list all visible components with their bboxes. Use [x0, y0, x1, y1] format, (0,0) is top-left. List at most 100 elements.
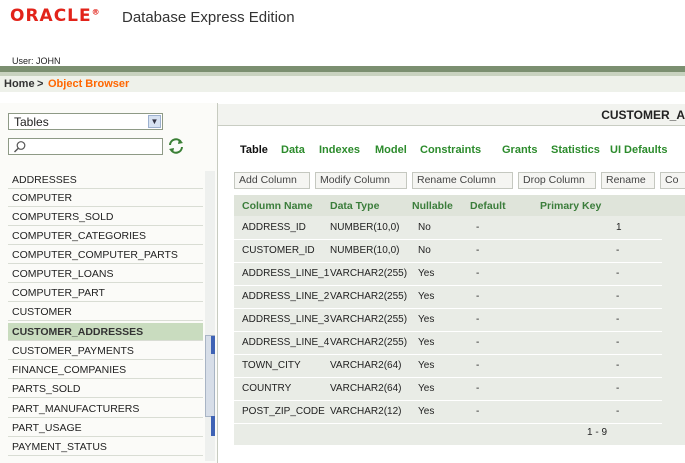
table-list-item[interactable]: ADDRESSES — [8, 171, 203, 189]
table-cell: - — [476, 268, 480, 279]
table-cell: - — [616, 268, 620, 279]
table-cell: Yes — [418, 360, 435, 371]
table-cell: - — [616, 314, 620, 325]
splitter-handle[interactable] — [211, 336, 215, 354]
table-cell: No — [418, 245, 431, 256]
brand-name: ORACLE — [10, 6, 92, 26]
table-cell: - — [616, 291, 620, 302]
breadcrumb-current[interactable]: Object Browser — [48, 78, 129, 90]
table-row: ADDRESS_ID NUMBER(10,0) No - 1 — [234, 216, 662, 240]
breadcrumb-home[interactable]: Home — [4, 78, 35, 90]
table-cell: - — [616, 360, 620, 371]
table-cell: - — [616, 383, 620, 394]
co-button[interactable]: Co — [660, 172, 685, 189]
search-icon — [14, 141, 26, 153]
refresh-icon[interactable] — [167, 137, 185, 155]
breadcrumb: Home > Object Browser — [0, 76, 685, 92]
object-type-select[interactable]: Tables ▼ — [8, 113, 163, 130]
table-row: ADDRESS_LINE_1 VARCHAR2(255) Yes - - — [234, 262, 662, 286]
table-list-item[interactable]: COMPUTER_CATEGORIES — [8, 227, 203, 245]
breadcrumb-separator: > — [37, 78, 44, 90]
table-list-item[interactable]: PART_USAGE — [8, 419, 203, 437]
table-list-item[interactable]: CUSTOMER_ADDRESSES — [8, 323, 203, 341]
table-list-item[interactable]: COMPUTER_PART — [8, 284, 203, 302]
rename-button[interactable]: Rename — [601, 172, 655, 189]
table-cell: - — [476, 291, 480, 302]
table-cell: Yes — [418, 337, 435, 348]
table-cell: - — [476, 245, 480, 256]
table-cell: - — [476, 406, 480, 417]
column-header[interactable]: Data Type — [330, 200, 379, 212]
table-cell: ADDRESS_LINE_1 — [242, 268, 330, 279]
table-cell: NUMBER(10,0) — [330, 245, 400, 256]
table-cell: - — [616, 337, 620, 348]
table-cell: ADDRESS_LINE_2 — [242, 291, 330, 302]
table-cell: NUMBER(10,0) — [330, 222, 400, 233]
tab-statistics[interactable]: Statistics — [551, 144, 600, 156]
table-row: TOWN_CITY VARCHAR2(64) Yes - - — [234, 354, 662, 378]
table-cell: Yes — [418, 406, 435, 417]
tab-indexes[interactable]: Indexes — [319, 144, 360, 156]
column-header[interactable]: Column Name — [242, 200, 313, 212]
table-cell: Yes — [418, 383, 435, 394]
drop-column-button[interactable]: Drop Column — [518, 172, 596, 189]
product-name: Database Express Edition — [122, 9, 295, 26]
table-row: CUSTOMER_ID NUMBER(10,0) No - - — [234, 239, 662, 263]
table-cell: - — [616, 406, 620, 417]
modify-column-button[interactable]: Modify Column — [315, 172, 407, 189]
chevron-down-icon[interactable]: ▼ — [148, 115, 161, 128]
pagination-label: 1 - 9 — [587, 427, 608, 438]
table-row: ADDRESS_LINE_2 VARCHAR2(255) Yes - - — [234, 285, 662, 309]
table-cell: VARCHAR2(255) — [330, 337, 408, 348]
tab-ui-defaults[interactable]: UI Defaults — [610, 144, 667, 156]
table-cell: ADDRESS_LINE_4 — [242, 337, 330, 348]
table-cell: 1 — [616, 222, 622, 233]
table-list-item[interactable]: PAYMENT_STATUS — [8, 438, 203, 456]
table-cell: VARCHAR2(255) — [330, 291, 408, 302]
table-cell: VARCHAR2(255) — [330, 268, 408, 279]
tab-grants[interactable]: Grants — [502, 144, 537, 156]
table-cell: - — [476, 314, 480, 325]
table-row: POST_ZIP_CODE VARCHAR2(12) Yes - - — [234, 400, 662, 424]
table-row: COUNTRY VARCHAR2(64) Yes - - — [234, 377, 662, 401]
oracle-logo: ORACLE® — [10, 6, 100, 26]
table-cell: - — [476, 222, 480, 233]
object-type-value: Tables — [14, 115, 49, 129]
table-cell: COUNTRY — [242, 383, 292, 394]
tab-constraints[interactable]: Constraints — [420, 144, 481, 156]
table-cell: VARCHAR2(64) — [330, 383, 402, 394]
table-list-item[interactable]: COMPUTER_COMPUTER_PARTS — [8, 246, 203, 264]
table-cell: VARCHAR2(255) — [330, 314, 408, 325]
table-cell: - — [476, 360, 480, 371]
tab-model[interactable]: Model — [375, 144, 407, 156]
table-cell: - — [476, 337, 480, 348]
table-row: ADDRESS_LINE_4 VARCHAR2(255) Yes - - — [234, 331, 662, 355]
table-list-item[interactable]: COMPUTER_LOANS — [8, 265, 203, 283]
table-cell: VARCHAR2(64) — [330, 360, 402, 371]
column-header[interactable]: Default — [470, 200, 506, 212]
rename-column-button[interactable]: Rename Column — [412, 172, 513, 189]
table-list-item[interactable]: CUSTOMER — [8, 303, 203, 321]
tab-data[interactable]: Data — [281, 144, 305, 156]
table-cell: ADDRESS_LINE_3 — [242, 314, 330, 325]
object-search-input[interactable] — [8, 138, 163, 155]
table-cell: No — [418, 222, 431, 233]
table-cell: - — [616, 245, 620, 256]
table-list-item[interactable]: PARTS_SOLD — [8, 380, 203, 398]
table-cell: ADDRESS_ID — [242, 222, 306, 233]
table-list-item[interactable]: CUSTOMER_PAYMENTS — [8, 342, 203, 360]
table-cell: POST_ZIP_CODE — [242, 406, 325, 417]
table-cell: Yes — [418, 268, 435, 279]
column-header[interactable]: Primary Key — [540, 200, 601, 212]
table-cell: VARCHAR2(12) — [330, 406, 402, 417]
user-label: User: JOHN — [12, 56, 61, 66]
add-column-button[interactable]: Add Column — [234, 172, 310, 189]
table-list-item[interactable]: PART_MANUFACTURERS — [8, 400, 203, 418]
table-list-item[interactable]: COMPUTERS_SOLD — [8, 208, 203, 226]
table-cell: TOWN_CITY — [242, 360, 301, 371]
splitter-handle[interactable] — [211, 416, 215, 436]
column-header[interactable]: Nullable — [412, 200, 453, 212]
table-list-item[interactable]: COMPUTER — [8, 189, 203, 207]
tab-table[interactable]: Table — [240, 144, 268, 156]
table-list-item[interactable]: FINANCE_COMPANIES — [8, 361, 203, 379]
